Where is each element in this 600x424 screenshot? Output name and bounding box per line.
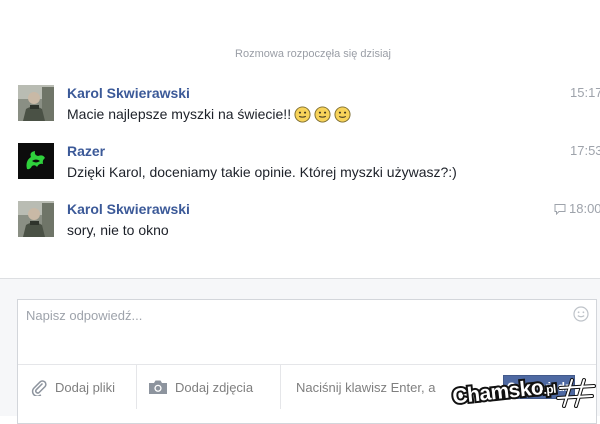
message-text: sory, nie to okno	[67, 222, 169, 238]
smiley-emoji	[294, 106, 311, 126]
avatar[interactable]	[18, 201, 54, 237]
message-time: 18:00	[554, 201, 600, 218]
svg-text:Chamsko.pl: Chamsko.pl	[451, 375, 557, 408]
message-item: Karol Skwierawski 18:00 sory, nie to okn…	[18, 201, 600, 241]
message-time: 17:53	[570, 143, 600, 158]
sender-name[interactable]: Razer	[67, 143, 105, 159]
paperclip-icon	[30, 378, 48, 396]
add-files-label: Dodaj pliki	[55, 379, 115, 395]
reply-input[interactable]	[18, 300, 578, 364]
add-files-button[interactable]: Dodaj pliki	[30, 365, 115, 409]
conversation-start-label: Rozmowa rozpoczęła się dzisiaj	[235, 48, 391, 60]
smiley-emoji	[314, 106, 331, 126]
chat-bubble-icon	[554, 203, 566, 218]
message-item: Razer 17:53 Dzięki Karol, doceniamy taki…	[18, 143, 600, 183]
message-text: Dzięki Karol, doceniamy takie opinie. Kt…	[67, 164, 457, 180]
enter-hint: Naciśnij klawisz Enter, a	[296, 379, 436, 395]
add-photos-button[interactable]: Dodaj zdjęcia	[148, 365, 253, 409]
sender-name[interactable]: Karol Skwierawski	[67, 85, 190, 101]
avatar[interactable]	[18, 143, 54, 179]
toolbar-divider	[136, 365, 137, 409]
avatar[interactable]	[18, 85, 54, 121]
add-photos-label: Dodaj zdjęcia	[175, 379, 254, 395]
smiley-emoji	[334, 106, 351, 126]
watermark: Chamsko.pl	[448, 368, 600, 408]
camera-icon	[148, 379, 168, 395]
sender-name[interactable]: Karol Skwierawski	[67, 201, 190, 217]
message-item: Karol Skwierawski 15:17 Macie najlepsze …	[18, 85, 600, 125]
message-time: 15:17	[570, 85, 600, 100]
message-text: Macie najlepsze myszki na świecie!!	[67, 106, 351, 126]
toolbar-divider	[280, 365, 281, 409]
smiley-icon[interactable]	[573, 306, 589, 327]
